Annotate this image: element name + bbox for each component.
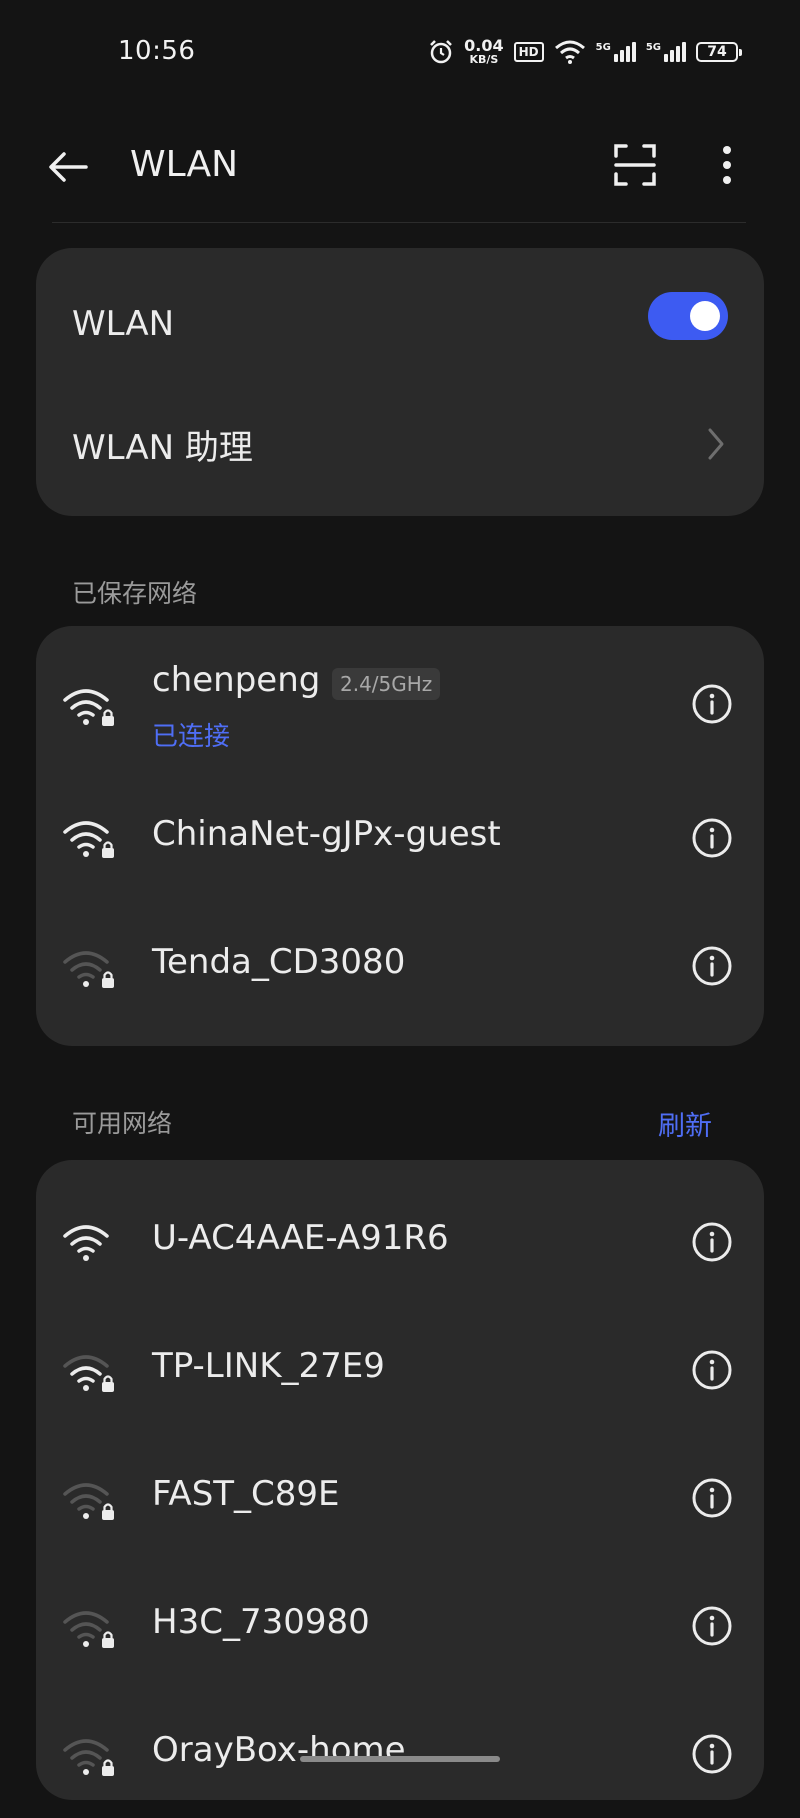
wlan-settings-card: WLAN WLAN 助理 <box>36 248 764 516</box>
app-header: WLAN <box>0 120 800 220</box>
wlan-toggle-row[interactable]: WLAN <box>36 248 764 384</box>
available-networks-card: U-AC4AAE-A91R6 TP-LINK_27E9 FAST_C89E H3… <box>36 1160 764 1800</box>
wlan-toggle-label: WLAN <box>72 304 175 344</box>
battery-level: 74 <box>707 43 727 60</box>
network-name: OrayBox-home <box>152 1730 406 1770</box>
status-time: 10:56 <box>118 36 196 66</box>
network-speed-value: 0.04 <box>464 36 504 55</box>
wifi-weak-locked-icon <box>63 1611 114 1648</box>
info-icon[interactable] <box>690 944 734 988</box>
status-bar: 10:56 0.04 KB/S HD 5G 5G 74 <box>0 0 800 110</box>
status-icons: 0.04 KB/S HD 5G 5G 74 <box>428 36 742 66</box>
info-icon[interactable] <box>690 1604 734 1648</box>
network-name: U-AC4AAE-A91R6 <box>152 1218 449 1258</box>
chevron-right-icon <box>708 428 724 460</box>
network-name: FAST_C89E <box>152 1474 340 1514</box>
saved-network-row[interactable]: chenpeng 2.4/5GHz 已连接 <box>36 636 764 774</box>
network-name: ChinaNet-gJPx-guest <box>152 814 501 854</box>
wlan-toggle-switch[interactable] <box>648 292 728 340</box>
wifi-weak-locked-icon <box>63 1739 114 1776</box>
info-icon[interactable] <box>690 816 734 860</box>
back-arrow-icon[interactable] <box>44 142 94 192</box>
available-network-row[interactable]: OrayBox-home <box>36 1690 764 1818</box>
network-name: Tenda_CD3080 <box>152 942 406 982</box>
sim1-signal-icon: 5G <box>595 41 636 62</box>
wifi-weak-locked-icon <box>63 1483 114 1520</box>
hd-voice-icon: HD <box>513 41 544 62</box>
wifi-medium-locked-icon <box>63 1355 114 1392</box>
available-network-row[interactable]: FAST_C89E <box>36 1434 764 1562</box>
saved-networks-card: chenpeng 2.4/5GHz 已连接 ChinaNet-gJPx-gues… <box>36 626 764 1046</box>
sim1-network-type: 5G <box>595 41 611 53</box>
scan-qr-icon[interactable] <box>610 140 660 190</box>
info-icon[interactable] <box>690 1220 734 1264</box>
sim2-signal-icon: 5G <box>645 41 686 62</box>
available-network-row[interactable]: U-AC4AAE-A91R6 <box>36 1178 764 1306</box>
network-speed: 0.04 KB/S <box>464 36 504 66</box>
band-badge: 2.4/5GHz <box>332 668 441 700</box>
available-network-row[interactable]: H3C_730980 <box>36 1562 764 1690</box>
home-indicator[interactable] <box>300 1756 500 1762</box>
wifi-weak-locked-icon <box>63 951 114 988</box>
wifi-locked-icon <box>63 689 114 726</box>
alarm-icon <box>430 39 453 63</box>
available-network-row[interactable]: TP-LINK_27E9 <box>36 1306 764 1434</box>
info-icon[interactable] <box>690 682 734 726</box>
toggle-knob <box>690 301 720 331</box>
available-networks-heading: 可用网络 <box>72 1109 173 1138</box>
header-divider <box>52 222 746 223</box>
network-name: H3C_730980 <box>152 1602 370 1642</box>
sim2-network-type: 5G <box>645 41 661 53</box>
wlan-assistant-label: WLAN 助理 <box>72 428 253 468</box>
page-title: WLAN <box>130 144 239 185</box>
wifi-status-icon <box>554 40 585 64</box>
saved-network-row[interactable]: Tenda_CD3080 <box>36 902 764 1030</box>
info-icon[interactable] <box>690 1476 734 1520</box>
wifi-locked-icon <box>63 821 114 858</box>
saved-networks-heading: 已保存网络 <box>72 579 198 608</box>
refresh-button[interactable]: 刷新 <box>658 1104 712 1143</box>
network-name: chenpeng <box>152 660 321 700</box>
connection-status: 已连接 <box>152 722 231 752</box>
wifi-open-icon <box>63 1225 109 1261</box>
wlan-assistant-row[interactable]: WLAN 助理 <box>36 384 764 516</box>
info-icon[interactable] <box>690 1348 734 1392</box>
saved-network-row[interactable]: ChinaNet-gJPx-guest <box>36 774 764 902</box>
info-icon[interactable] <box>690 1732 734 1776</box>
battery-icon: 74 <box>696 41 742 62</box>
network-speed-unit: KB/S <box>469 53 499 66</box>
more-options-icon[interactable] <box>712 140 742 190</box>
network-name: TP-LINK_27E9 <box>152 1346 385 1386</box>
